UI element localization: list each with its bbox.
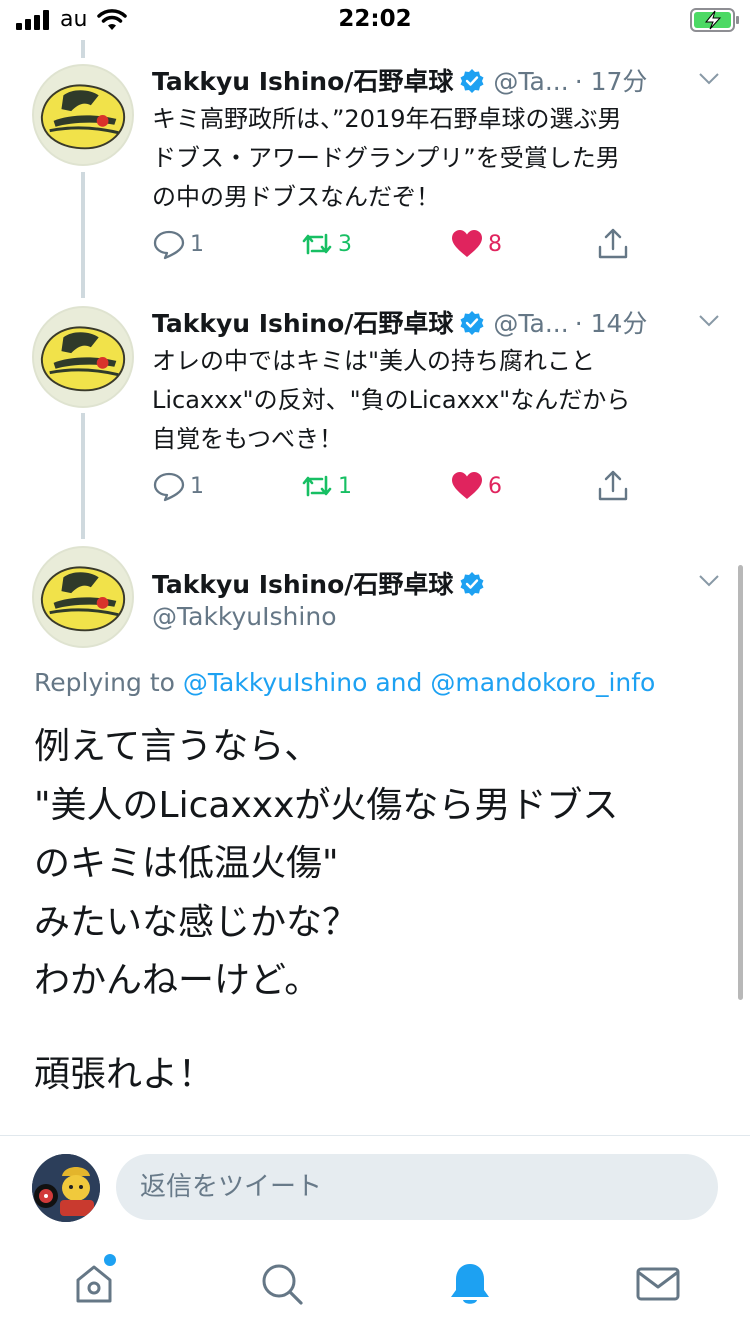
share-icon (598, 228, 628, 259)
tweet[interactable]: Takkyu Ishino/石野卓球 @Ta... · 14分 オレの中ではキミは"… (0, 304, 750, 524)
like-count: 8 (488, 231, 502, 257)
share-button[interactable] (596, 224, 630, 264)
reply-button[interactable]: 1 (152, 466, 204, 506)
share-icon (598, 470, 628, 501)
avatar[interactable] (32, 306, 134, 408)
main-tweet-text: 例えて言うなら、 "美人のLicaxxxが火傷なら男ドブス のキミは低温火傷" … (34, 726, 619, 1001)
reply-and-text[interactable]: and (375, 668, 422, 697)
scrollbar[interactable] (738, 565, 743, 1000)
chevron-down-icon[interactable] (698, 314, 720, 328)
avatar-logo-image (34, 548, 132, 646)
search-icon (262, 1264, 303, 1305)
tab-messages[interactable] (634, 1260, 682, 1308)
tweet-actions: 1 1 6 (152, 466, 652, 506)
retweet-count: 3 (338, 231, 352, 257)
retweet-button[interactable]: 3 (300, 224, 352, 264)
main-tweet-text-closing: 頑張れよ！ (34, 1054, 215, 1095)
tweet-actions: 1 3 8 (152, 224, 652, 264)
like-button[interactable]: 6 (450, 466, 502, 506)
share-button[interactable] (596, 466, 630, 506)
author-handle[interactable]: @Ta... (493, 309, 568, 338)
main-author-row[interactable]: Takkyu Ishino/石野卓球 (152, 565, 485, 601)
reply-count: 1 (190, 231, 204, 257)
like-count: 6 (488, 473, 502, 499)
notifications-icon (451, 1264, 489, 1304)
author-name[interactable]: Takkyu Ishino/石野卓球 (152, 570, 453, 599)
reply-icon (153, 472, 185, 502)
retweet-count: 1 (338, 473, 352, 499)
heart-icon (452, 230, 482, 257)
replying-prefix: Replying to (34, 668, 175, 697)
verified-badge-icon (460, 69, 484, 93)
tab-notifications[interactable] (446, 1260, 494, 1308)
author-handle[interactable]: @TakkyuIshino (152, 602, 337, 631)
avatar[interactable] (32, 64, 134, 166)
tweet[interactable]: Takkyu Ishino/石野卓球 @Ta... · 17分 キミ高野政所は、”2… (0, 62, 750, 282)
reply-user-link[interactable]: @mandokoro_info (430, 668, 655, 697)
avatar-logo-image (34, 308, 132, 406)
reply-button[interactable]: 1 (152, 224, 204, 264)
retweet-icon (302, 233, 332, 255)
tab-home[interactable] (70, 1260, 118, 1308)
tweet-text: キミ高野政所は、”2019年石野卓球の選ぶ男 ドブス・アワードグランプリ”を受賞… (152, 105, 622, 211)
tweet-timestamp: · 17分 (574, 67, 648, 96)
messages-icon (636, 1267, 680, 1301)
retweet-button[interactable]: 1 (300, 466, 352, 506)
author-name[interactable]: Takkyu Ishino/石野卓球 (152, 67, 453, 96)
author-name[interactable]: Takkyu Ishino/石野卓球 (152, 309, 453, 338)
tweet-timestamp: · 14分 (574, 309, 648, 338)
verified-badge-icon (460, 311, 484, 335)
chevron-down-icon[interactable] (698, 72, 720, 86)
status-bar: au 22:02 (0, 0, 750, 40)
my-avatar[interactable] (32, 1154, 100, 1222)
home-icon (76, 1265, 112, 1303)
reply-count: 1 (190, 473, 204, 499)
battery-charging-icon (690, 8, 739, 32)
verified-badge-icon (460, 572, 484, 596)
tweet-text: オレの中ではキミは"美人の持ち腐れこと Licaxxx"の反対、"負のLicax… (152, 347, 631, 453)
tab-search[interactable] (258, 1260, 306, 1308)
retweet-icon (302, 475, 332, 497)
new-content-indicator (104, 1254, 116, 1266)
reply-user-link[interactable]: @TakkyuIshino (183, 668, 368, 697)
author-handle[interactable]: @Ta... (493, 67, 568, 96)
reply-bar (0, 1135, 750, 1235)
avatar[interactable] (32, 546, 134, 648)
my-avatar-image (32, 1154, 100, 1222)
reply-icon (153, 230, 185, 260)
replying-to: Replying to @TakkyuIshino and @mandokoro… (34, 668, 655, 697)
thread-line (81, 40, 85, 58)
reply-input[interactable] (116, 1154, 718, 1220)
chevron-down-icon[interactable] (698, 574, 720, 588)
heart-icon (452, 472, 482, 499)
avatar-logo-image (34, 66, 132, 164)
like-button[interactable]: 8 (450, 224, 502, 264)
clock: 22:02 (338, 6, 412, 32)
